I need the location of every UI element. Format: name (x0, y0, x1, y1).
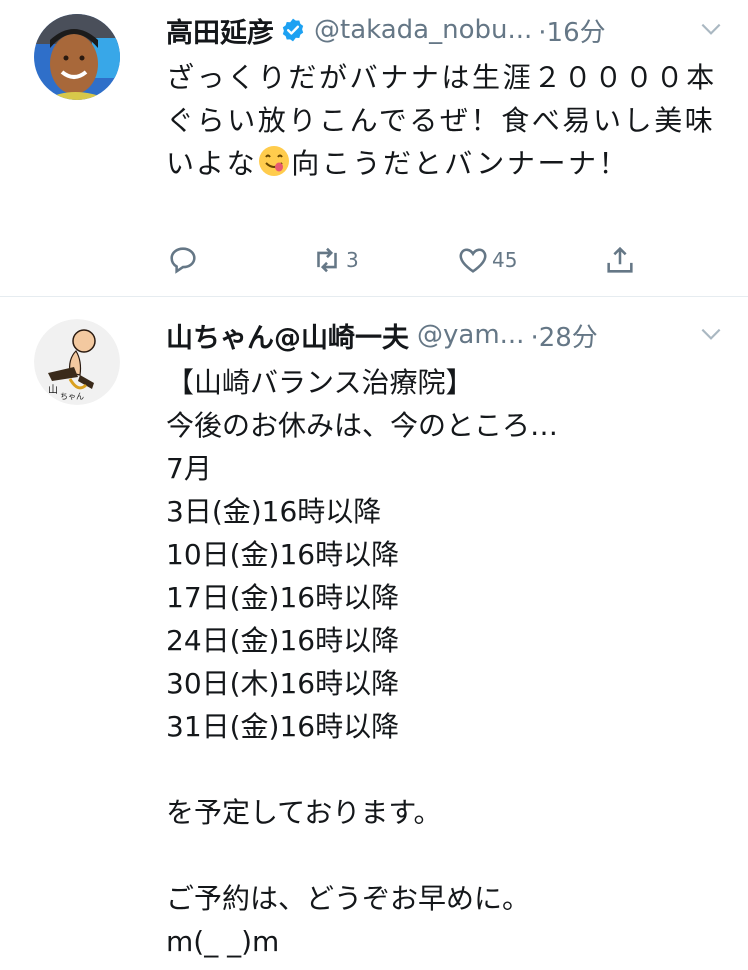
display-name[interactable]: 高田延彦 (166, 11, 274, 50)
timestamp[interactable]: ·28分 (530, 317, 597, 354)
handle[interactable]: @yam... (417, 320, 524, 350)
like-count: 45 (492, 248, 518, 272)
share-button[interactable] (603, 243, 637, 277)
tweet-text: 【山崎バランス治療院】 今後のお休みは、今のところ… 7月 3日(金)16時以降… (166, 366, 559, 958)
handle[interactable]: @takada_nobu... (314, 15, 532, 45)
reply-icon (170, 247, 196, 274)
verified-badge-icon (280, 17, 306, 43)
avatar[interactable]: 山 ちゃん (34, 319, 120, 405)
tweet[interactable]: 山 ちゃん 山ちゃん@山崎一夫 @yam... ·28分 【山崎バランス治療院】… (0, 297, 748, 970)
chevron-down-icon[interactable] (698, 321, 724, 347)
svg-text:山: 山 (48, 384, 58, 396)
tweet-text-part: 向こうだとバンナーナ！ (291, 147, 630, 180)
timestamp[interactable]: ·16分 (538, 12, 605, 49)
tweet[interactable]: 高田延彦 @takada_nobu... ·16分 ざっくりだがバナナは生涯２０… (0, 0, 748, 297)
svg-text:ちゃん: ちゃん (60, 392, 84, 401)
tweet-header: 山ちゃん@山崎一夫 @yam... ·28分 (166, 316, 724, 355)
tweet-header: 高田延彦 @takada_nobu... ·16分 (166, 11, 724, 50)
retweet-icon (317, 247, 337, 273)
heart-icon (459, 248, 487, 273)
like-button[interactable]: 45 (456, 243, 517, 277)
face-savoring-food-emoji-icon (257, 144, 291, 178)
tweet-text: ざっくりだがバナナは生涯２００００本ぐらい放りこんでるぜ！食べ易いし美味いよな向… (166, 56, 718, 185)
display-name[interactable]: 山ちゃん@山崎一夫 (166, 316, 409, 355)
tweet-actions: 3 45 (166, 243, 646, 279)
retweet-count: 3 (346, 248, 359, 272)
reply-button[interactable] (166, 243, 200, 277)
chevron-down-icon[interactable] (698, 16, 724, 42)
share-icon (607, 246, 633, 273)
retweet-button[interactable]: 3 (310, 243, 359, 277)
avatar[interactable] (34, 14, 120, 100)
